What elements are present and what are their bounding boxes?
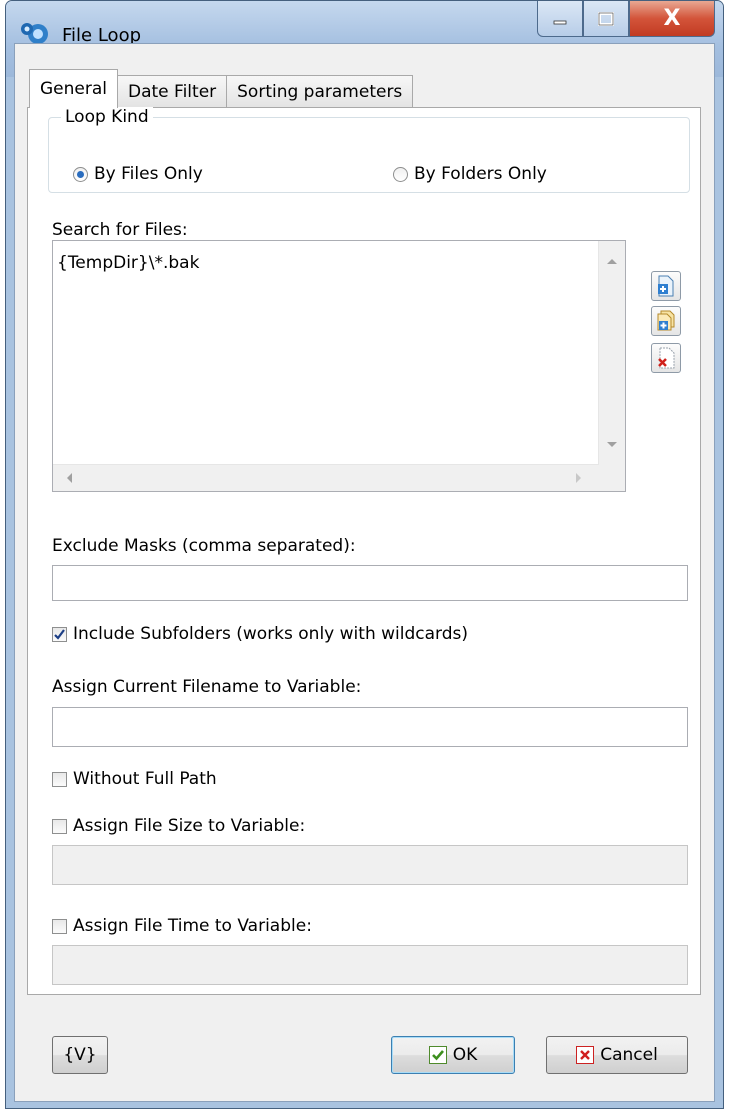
scroll-corner	[599, 465, 625, 491]
search-files-list[interactable]: {TempDir}\*.bak	[52, 240, 626, 492]
delete-item-button[interactable]	[651, 343, 681, 373]
add-file-icon	[658, 275, 674, 297]
tab-general[interactable]: General	[29, 69, 118, 108]
horizontal-scrollbar[interactable]	[53, 464, 599, 491]
checkmark-icon	[428, 1046, 447, 1064]
assign-file-time-label: Assign File Time to Variable:	[73, 916, 312, 936]
by-files-only-radio[interactable]: By Files Only	[73, 164, 203, 184]
caption-buttons: X	[537, 1, 715, 39]
file-size-variable-field	[52, 845, 688, 885]
assign-file-size-label: Assign File Size to Variable:	[73, 816, 306, 836]
ok-label: OK	[452, 1045, 478, 1065]
minimize-button[interactable]	[537, 1, 583, 37]
scroll-down-arrow-icon[interactable]	[607, 442, 617, 447]
by-folders-only-label: By Folders Only	[414, 164, 547, 184]
file-loop-window: File Loop X General Date Filter Sorting …	[5, 0, 724, 1109]
cancel-button[interactable]: Cancel	[546, 1036, 688, 1074]
scroll-right-arrow-icon[interactable]	[576, 473, 581, 483]
by-files-only-label: By Files Only	[94, 164, 203, 184]
cancel-x-icon	[576, 1046, 595, 1064]
delete-item-icon	[658, 347, 675, 369]
add-folder-icon	[657, 310, 675, 331]
variables-button[interactable]: {V}	[52, 1036, 108, 1074]
tab-sorting-parameters[interactable]: Sorting parameters	[226, 75, 414, 108]
by-folders-only-radio[interactable]: By Folders Only	[393, 164, 547, 184]
include-subfolders-checkbox[interactable]: Include Subfolders (works only with wild…	[52, 624, 468, 644]
ok-button[interactable]: OK	[391, 1036, 515, 1074]
file-time-variable-field	[52, 945, 688, 985]
maximize-button[interactable]	[583, 1, 629, 37]
maximize-icon	[598, 11, 614, 26]
without-full-path-label: Without Full Path	[73, 769, 217, 789]
radio-button[interactable]	[393, 166, 408, 182]
list-item[interactable]: {TempDir}\*.bak	[57, 253, 199, 273]
exclude-masks-label: Exclude Masks (comma separated):	[52, 536, 356, 556]
dialog-client-area: General Date Filter Sorting parameters L…	[14, 43, 715, 1102]
cancel-label: Cancel	[600, 1045, 658, 1065]
radio-button-selected[interactable]	[73, 166, 88, 182]
checkbox[interactable]	[52, 918, 67, 934]
assign-file-time-checkbox[interactable]: Assign File Time to Variable:	[52, 916, 312, 936]
close-button[interactable]: X	[629, 1, 715, 37]
tab-date-filter[interactable]: Date Filter	[117, 75, 228, 108]
include-subfolders-label: Include Subfolders (works only with wild…	[73, 624, 468, 644]
scroll-left-arrow-icon[interactable]	[67, 473, 72, 483]
loop-kind-legend: Loop Kind	[61, 107, 153, 127]
checkbox[interactable]	[52, 818, 67, 834]
checkbox[interactable]	[52, 771, 67, 787]
exclude-masks-field[interactable]	[52, 565, 688, 601]
checkbox-checked[interactable]	[52, 626, 67, 642]
assign-filename-label: Assign Current Filename to Variable:	[52, 677, 362, 697]
add-file-button[interactable]	[651, 271, 681, 301]
add-folder-button[interactable]	[651, 306, 681, 336]
minimize-icon	[553, 20, 567, 24]
scroll-up-arrow-icon[interactable]	[607, 259, 617, 264]
without-full-path-checkbox[interactable]: Without Full Path	[52, 769, 217, 789]
tab-strip: General Date Filter Sorting parameters	[29, 69, 414, 108]
checkmark-icon	[54, 628, 65, 640]
assign-filename-field[interactable]	[52, 707, 688, 747]
assign-file-size-checkbox[interactable]: Assign File Size to Variable:	[52, 816, 305, 836]
vertical-scrollbar[interactable]	[598, 241, 625, 465]
close-icon: X	[663, 5, 681, 31]
search-files-label: Search for Files:	[52, 220, 188, 240]
